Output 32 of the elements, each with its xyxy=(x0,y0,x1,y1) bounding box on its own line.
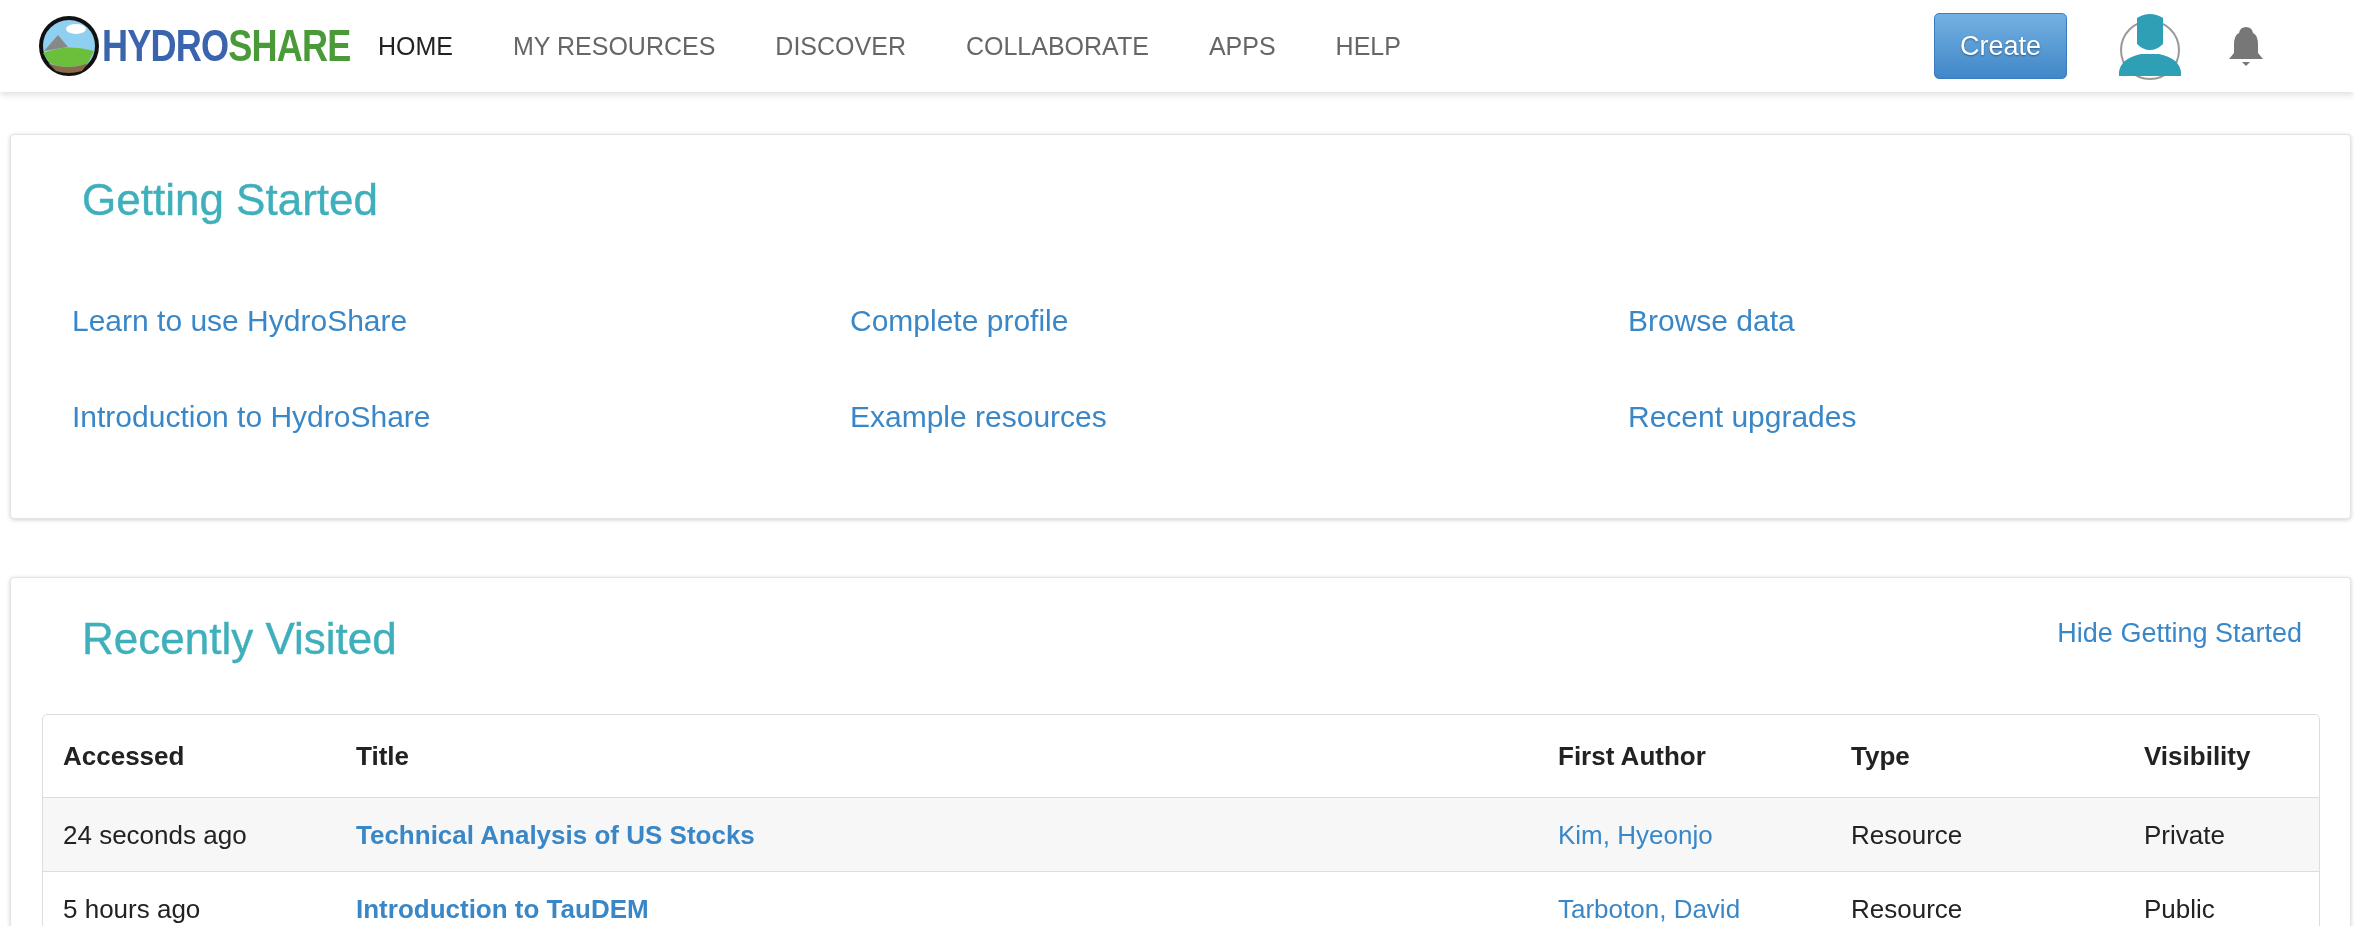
author-link[interactable]: Tarboton, David xyxy=(1558,893,1851,924)
nav-link[interactable]: HELP xyxy=(1335,31,1401,61)
getting-started-link[interactable]: Complete profile xyxy=(850,303,1628,339)
getting-started-link[interactable]: Example resources xyxy=(850,399,1628,435)
column-header: First Author xyxy=(1558,741,1707,771)
nav-link[interactable]: HOME xyxy=(378,31,453,61)
resource-title-link[interactable]: Introduction to TauDEM xyxy=(356,893,1558,924)
table-cell-text: Resource xyxy=(1851,893,1964,924)
column-header: Title xyxy=(356,741,410,771)
section-title: Getting Started xyxy=(82,175,379,225)
getting-started-link[interactable]: Introduction to HydroShare xyxy=(72,399,850,435)
author-link[interactable]: Kim, Hyeonjo xyxy=(1558,819,1851,850)
hide-getting-started-link[interactable]: Hide Getting Started xyxy=(2057,618,2302,649)
getting-started-link[interactable]: Recent upgrades xyxy=(1628,399,2350,435)
getting-started-link[interactable]: Browse data xyxy=(1628,303,2350,339)
nav-link[interactable]: MY RESOURCES xyxy=(513,31,716,61)
nav-link[interactable]: DISCOVER xyxy=(775,31,906,61)
table-cell-text: 24 seconds ago xyxy=(63,819,248,850)
create-button[interactable]: Create xyxy=(1934,13,2067,79)
column-header: Accessed xyxy=(63,741,186,771)
table-cell-text: Private xyxy=(2144,819,2226,850)
column-header: Type xyxy=(1851,741,1911,771)
column-header: Visibility xyxy=(2144,741,2252,771)
nav-link[interactable]: COLLABORATE xyxy=(965,31,1149,61)
nav-link[interactable]: APPS xyxy=(1208,31,1276,61)
table-cell-text: 5 hours ago xyxy=(63,893,202,924)
getting-started-link[interactable]: Learn to use HydroShare xyxy=(72,303,850,339)
resource-title-link[interactable]: Technical Analysis of US Stocks xyxy=(356,819,1558,850)
section-title: Recently Visited xyxy=(82,614,397,664)
table-cell-text: Resource xyxy=(1851,819,1964,850)
logo-text[interactable]: HYDROSHARE xyxy=(102,21,351,71)
table-cell-text: Public xyxy=(2144,893,2216,924)
